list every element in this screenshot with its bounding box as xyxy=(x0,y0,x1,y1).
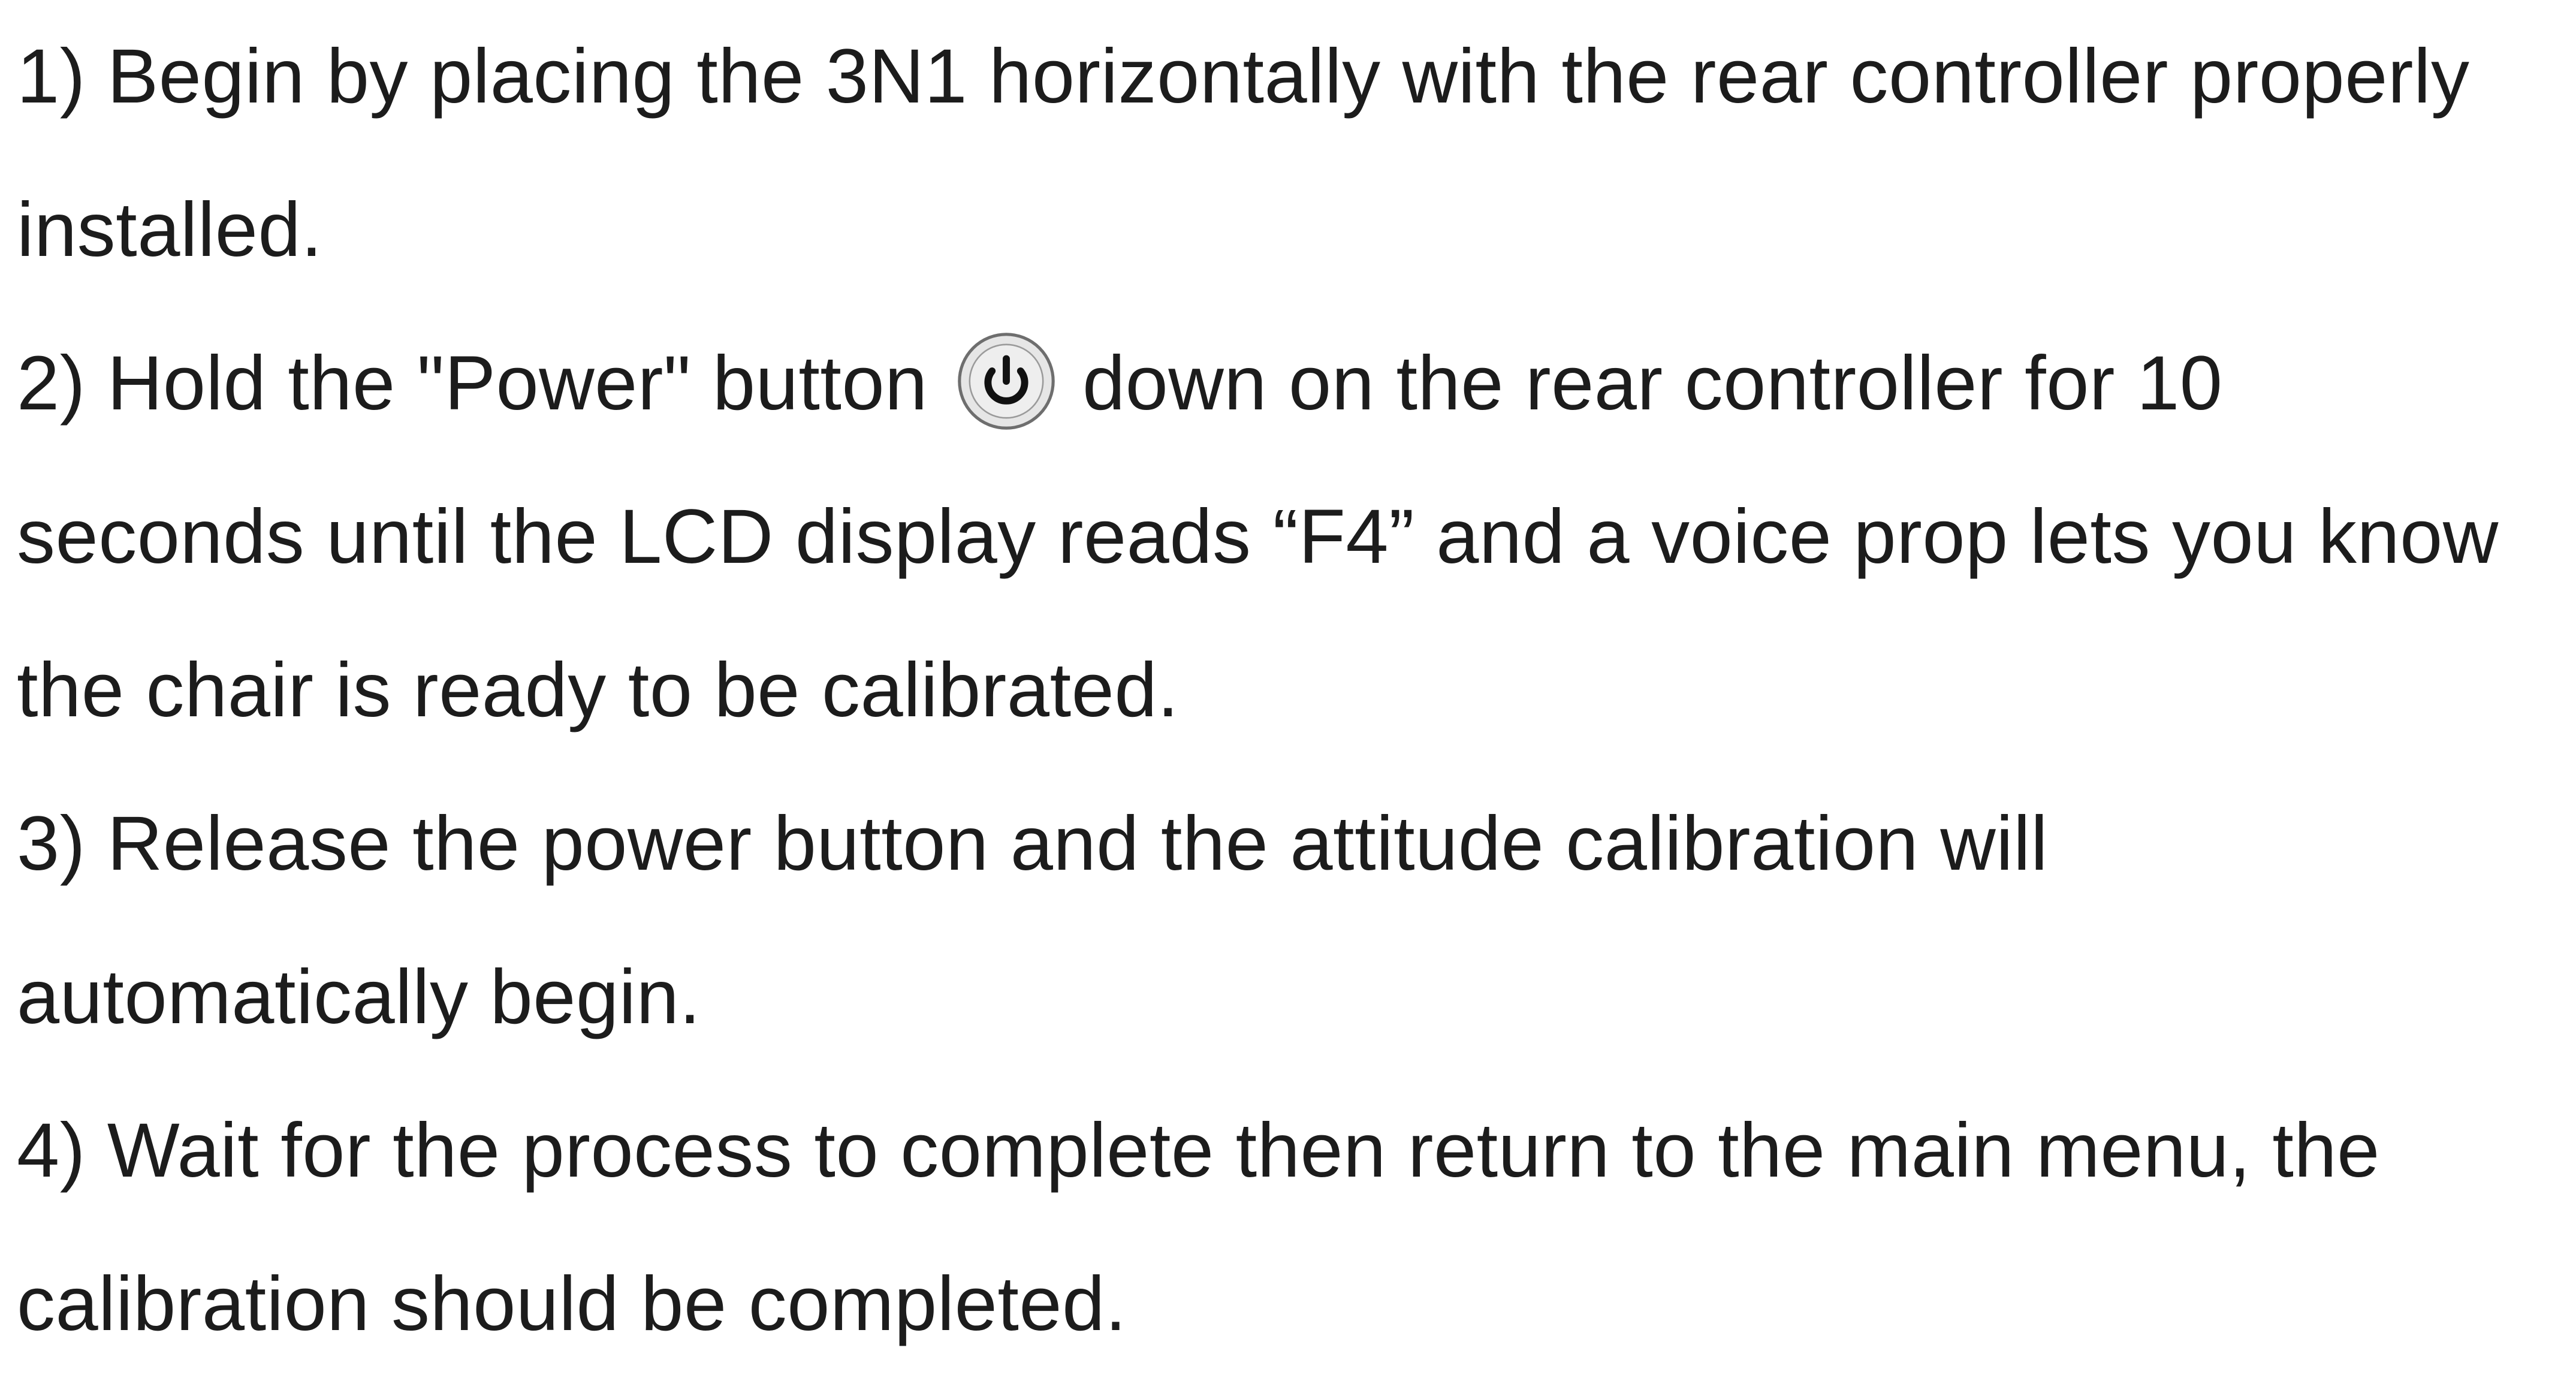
step-2-line-1: 2) Hold the "Power" button down on the r… xyxy=(17,307,2564,460)
step-2-text-after-icon: down on the rear controller for 10 xyxy=(1082,340,2223,426)
step-1-line-1: 1) Begin by placing the 3N1 horizontally… xyxy=(17,34,2470,119)
step-2-line-2: seconds until the LCD display reads “F4”… xyxy=(17,494,2499,580)
power-icon xyxy=(955,330,1057,432)
step-4-line-1: 4) Wait for the process to complete then… xyxy=(17,1108,2380,1193)
step-3-line-2: automatically begin. xyxy=(17,954,701,1040)
step-4-line-2: calibration should be completed. xyxy=(17,1261,1127,1347)
step-1-line-2: installed. xyxy=(17,187,323,273)
step-3-line-1: 3) Release the power button and the atti… xyxy=(17,801,2048,887)
step-2-text-before-icon: 2) Hold the "Power" button xyxy=(17,340,928,426)
instruction-document: 1) Begin by placing the 3N1 horizontally… xyxy=(17,0,2564,1381)
step-2-line-3: the chair is ready to be calibrated. xyxy=(17,647,1180,733)
